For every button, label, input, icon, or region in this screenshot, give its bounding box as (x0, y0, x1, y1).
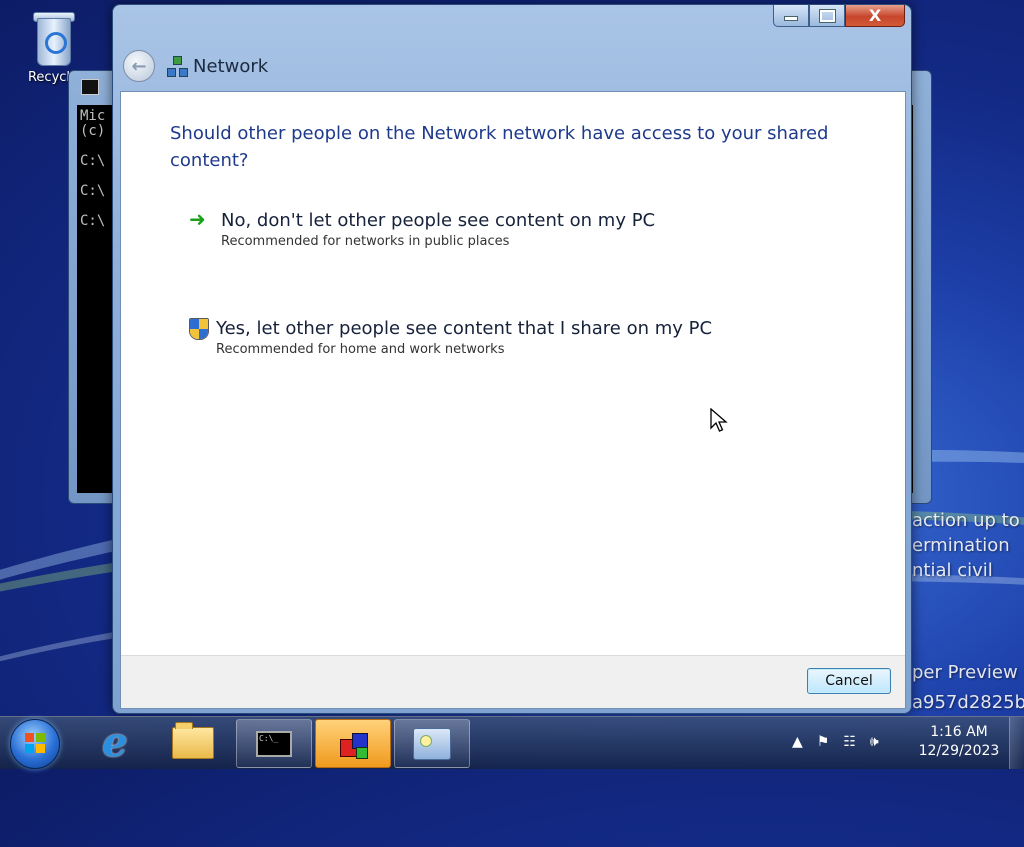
dialog-nav-row: ← Network (123, 49, 268, 83)
internet-explorer-icon: e (102, 719, 128, 766)
volume-icon[interactable]: 🕪 (870, 734, 879, 750)
option-no-subtitle: Recommended for networks in public place… (221, 234, 510, 249)
clock-time: 1:16 AM (930, 724, 988, 740)
taskbar-control-panel-button[interactable] (394, 719, 470, 768)
watermark-line: a957d2825b (912, 692, 1024, 713)
taskbar-ie-button[interactable]: e (78, 719, 152, 766)
taskbar-explorer-button[interactable] (156, 719, 230, 766)
windows-start-icon (25, 733, 45, 753)
mouse-cursor-icon (710, 408, 728, 432)
option-no-sharing[interactable]: ➜ No, don't let other people see content… (189, 207, 656, 251)
dialog-footer: Cancel (121, 655, 905, 708)
caption-buttons: X (773, 5, 905, 27)
action-center-flag-icon[interactable]: ⚑ (817, 734, 830, 750)
green-arrow-icon: ➜ (189, 207, 206, 231)
system-tray: ▲ ⚑ ☷ 🕪 (792, 729, 879, 755)
taskbar: e C:\_ ▲ ⚑ ☷ 🕪 1:16 AM 12/29/2023 (0, 716, 1024, 769)
watermark-line: ntial civil (912, 560, 993, 581)
sharing-question: Should other people on the Network netwo… (170, 123, 829, 171)
control-panel-icon (413, 727, 451, 760)
taskbar-network-app-button[interactable] (315, 719, 391, 768)
watermark-line: action up to (912, 510, 1020, 531)
console-text: Mic (c) C:\ C:\ C:\ (80, 108, 106, 229)
command-prompt-icon: C:\_ (256, 730, 292, 757)
show-hidden-icons-icon[interactable]: ▲ (792, 734, 803, 750)
network-dialog-window: X ← Network Should other people on the N… (112, 4, 912, 714)
option-yes-subtitle: Recommended for home and work networks (216, 342, 505, 357)
command-prompt-icon (81, 79, 99, 95)
network-status-icon[interactable]: ☷ (843, 734, 856, 750)
start-button[interactable] (10, 719, 60, 769)
watermark-line: ermination (912, 535, 1010, 556)
option-yes-title: Yes, let other people see content that I… (216, 318, 713, 339)
close-icon: X (868, 6, 882, 25)
folder-icon (172, 721, 214, 759)
minimize-button[interactable] (773, 5, 809, 27)
clock-date: 12/29/2023 (918, 743, 1000, 759)
show-desktop-button[interactable] (1009, 717, 1024, 769)
uac-shield-icon (187, 318, 209, 340)
back-arrow-icon: ← (131, 55, 147, 77)
cancel-button[interactable]: Cancel (807, 668, 891, 694)
option-no-title: No, don't let other people see content o… (221, 210, 656, 231)
dialog-content: Should other people on the Network netwo… (120, 91, 906, 709)
3d-cube-icon (338, 729, 368, 759)
back-button[interactable]: ← (123, 50, 155, 82)
close-button[interactable]: X (845, 5, 905, 27)
recycle-bin-icon (31, 8, 75, 68)
maximize-button[interactable] (809, 5, 845, 27)
watermark-line: per Preview (912, 662, 1018, 683)
network-icon (167, 56, 188, 77)
taskbar-cmd-button[interactable]: C:\_ (236, 719, 312, 768)
taskbar-clock[interactable]: 1:16 AM 12/29/2023 (914, 723, 1004, 761)
option-yes-sharing[interactable]: Yes, let other people see content that I… (187, 318, 712, 359)
dialog-title: Network (193, 55, 269, 77)
